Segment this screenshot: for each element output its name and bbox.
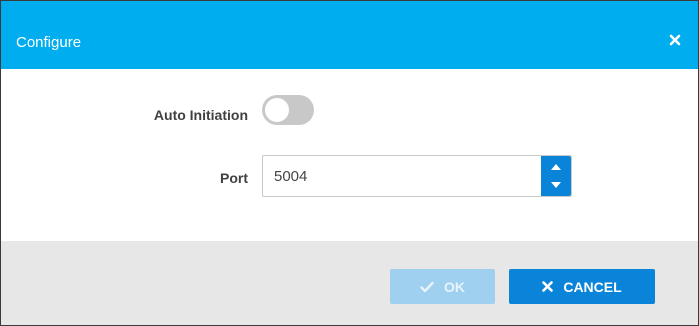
auto-initiation-toggle[interactable] bbox=[262, 95, 314, 125]
configure-dialog: Configure Auto Initiation Port 5004 OK C… bbox=[0, 0, 699, 326]
dialog-footer: OK CANCEL bbox=[1, 241, 698, 325]
dialog-header: Configure bbox=[1, 1, 698, 69]
port-spinner bbox=[541, 156, 571, 196]
cancel-label: CANCEL bbox=[563, 278, 622, 295]
caret-down-icon bbox=[551, 182, 561, 188]
toggle-knob bbox=[265, 98, 289, 122]
port-stepper bbox=[262, 155, 572, 197]
check-icon bbox=[420, 281, 434, 292]
port-input[interactable] bbox=[263, 156, 533, 196]
ok-button[interactable]: OK bbox=[390, 269, 495, 304]
caret-up-icon bbox=[551, 164, 561, 170]
close-icon bbox=[542, 281, 554, 292]
auto-initiation-label: Auto Initiation bbox=[153, 107, 248, 123]
ok-label: OK bbox=[444, 278, 465, 295]
dialog-title: Configure bbox=[16, 34, 82, 51]
decrement-button[interactable] bbox=[541, 176, 571, 196]
close-icon[interactable] bbox=[669, 33, 681, 46]
increment-button[interactable] bbox=[541, 156, 571, 176]
cancel-button[interactable]: CANCEL bbox=[509, 269, 655, 304]
port-label: Port bbox=[220, 170, 248, 186]
dialog-body: Auto Initiation Port bbox=[1, 69, 698, 241]
